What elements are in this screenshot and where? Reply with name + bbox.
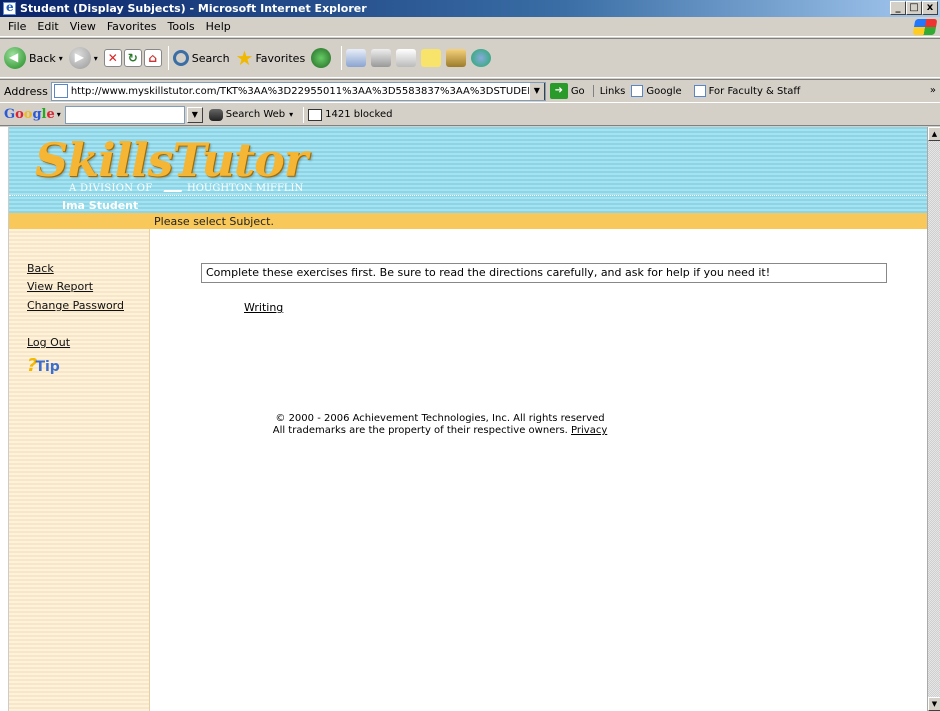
forward-button[interactable]: ▾ (68, 47, 98, 69)
address-label: Address (4, 84, 48, 98)
back-label: Back (29, 51, 56, 65)
vertical-scrollbar[interactable]: ▲ ▼ (927, 127, 940, 711)
window-title: Student (Display Subjects) - Microsoft I… (20, 2, 367, 15)
scroll-up-arrow-icon[interactable]: ▲ (928, 127, 940, 141)
toolbar-separator (341, 46, 343, 70)
tip-button[interactable]: ?Tip (27, 355, 60, 376)
research-icon[interactable] (446, 49, 467, 67)
menu-tools[interactable]: Tools (168, 20, 195, 33)
sidebar: Back View Report Change Password Log Out… (9, 229, 150, 711)
link-faculty-staff[interactable]: For Faculty & Staff (693, 85, 807, 97)
print-icon[interactable] (371, 49, 392, 67)
address-bar: Address http://www.myskillstutor.com/TKT… (0, 79, 940, 103)
page-viewport: SkillsTutor A DIVISION OF HOUGHTON MIFFL… (0, 127, 940, 711)
popup-blocker-icon (308, 108, 323, 121)
address-url: http://www.myskillstutor.com/TKT%3AA%3D2… (70, 85, 529, 97)
home-icon[interactable]: ⌂ (143, 49, 162, 67)
favorites-star-icon: ★ (235, 46, 254, 70)
links-bar: Links Google For Faculty & Staff (592, 85, 813, 97)
history-icon[interactable] (311, 48, 332, 68)
user-name: Ima Student (62, 199, 139, 212)
sidebar-link-log-out[interactable]: Log Out (27, 336, 70, 349)
search-icon (172, 50, 189, 66)
division-text: A DIVISION OF (69, 183, 153, 194)
popup-blocked-count[interactable]: 1421 blocked (325, 109, 392, 120)
ie-page-icon (693, 85, 706, 97)
standard-toolbar: Back ▾ ▾ ✕ ↻ ⌂ Search ★ Favorites (0, 38, 940, 78)
refresh-icon[interactable]: ↻ (123, 49, 142, 67)
edit-icon[interactable] (396, 49, 417, 67)
back-button[interactable]: Back ▾ (4, 47, 63, 69)
windows-logo-icon (912, 19, 938, 35)
instructions-notice: Complete these exercises first. Be sure … (201, 263, 887, 283)
minimize-button[interactable]: _ (890, 1, 906, 15)
search-web-button[interactable]: Search Web (226, 109, 285, 120)
forward-arrow-icon (68, 47, 91, 69)
links-label: Links (599, 85, 626, 97)
binoculars-icon (208, 108, 223, 121)
instruction-bar: Please select Subject. (9, 213, 927, 229)
google-search-dropdown-icon[interactable]: ▼ (186, 106, 203, 123)
scroll-down-arrow-icon[interactable]: ▼ (928, 697, 940, 711)
link-google[interactable]: Google (631, 85, 687, 97)
go-button[interactable]: Go (571, 86, 585, 97)
window-title-bar: Student (Display Subjects) - Microsoft I… (0, 0, 940, 17)
search-label: Search (191, 51, 230, 65)
google-logo[interactable]: Google (4, 107, 55, 122)
subject-link-writing[interactable]: Writing (244, 301, 283, 314)
go-arrow-icon[interactable]: ➜ (549, 83, 568, 99)
ie-page-icon (631, 85, 644, 97)
ie-app-icon (3, 0, 16, 15)
page-icon (53, 84, 68, 98)
mail-icon[interactable] (346, 49, 367, 67)
forward-dropdown-icon[interactable]: ▾ (94, 54, 98, 63)
favorites-label: Favorites (255, 51, 306, 65)
discuss-icon[interactable] (421, 49, 442, 67)
address-dropdown-icon[interactable]: ▼ (528, 82, 545, 100)
menu-edit[interactable]: Edit (37, 20, 58, 33)
left-border (0, 127, 9, 711)
toolbar-separator (303, 106, 305, 123)
menu-favorites[interactable]: Favorites (107, 20, 157, 33)
favorites-button[interactable]: ★ Favorites (236, 46, 306, 70)
toolbar-separator (167, 46, 169, 70)
search-button[interactable]: Search (172, 50, 230, 66)
houghton-mifflin-mark-icon (163, 178, 187, 192)
back-arrow-icon (4, 47, 26, 69)
sidebar-link-view-report[interactable]: View Report (27, 280, 93, 293)
sidebar-link-change-password[interactable]: Change Password (27, 299, 124, 312)
site-header: SkillsTutor A DIVISION OF HOUGHTON MIFFL… (9, 127, 927, 213)
division-company: HOUGHTON MIFFLIN (187, 183, 304, 194)
trademark-text: All trademarks are the property of their… (272, 425, 568, 436)
page-footer: © 2000 - 2006 Achievement Technologies, … (240, 413, 640, 437)
address-input[interactable]: http://www.myskillstutor.com/TKT%3AA%3D2… (50, 81, 546, 101)
back-dropdown-icon[interactable]: ▾ (59, 54, 63, 63)
menu-file[interactable]: File (8, 20, 26, 33)
menu-bar: File Edit View Favorites Tools Help (0, 17, 940, 37)
stop-icon[interactable]: ✕ (103, 49, 122, 67)
google-toolbar: Google ▾ ▼ Search Web ▾ 1421 blocked (0, 104, 940, 126)
sidebar-link-back[interactable]: Back (27, 262, 54, 275)
privacy-link[interactable]: Privacy (571, 425, 607, 436)
menu-help[interactable]: Help (206, 20, 231, 33)
search-web-dropdown-icon[interactable]: ▾ (289, 110, 293, 119)
maximize-button[interactable]: □ (906, 1, 922, 15)
links-more-chevron-icon[interactable]: » (930, 85, 936, 96)
messenger-icon[interactable] (471, 49, 492, 67)
instruction-text: Please select Subject. (154, 215, 274, 228)
close-button[interactable]: x (922, 1, 938, 15)
header-divider (9, 195, 927, 196)
copyright-text: © 2000 - 2006 Achievement Technologies, … (275, 413, 605, 424)
google-search-input[interactable] (64, 105, 185, 124)
menu-view[interactable]: View (70, 20, 96, 33)
google-menu-dropdown-icon[interactable]: ▾ (57, 110, 61, 119)
tip-label: Tip (35, 359, 60, 375)
